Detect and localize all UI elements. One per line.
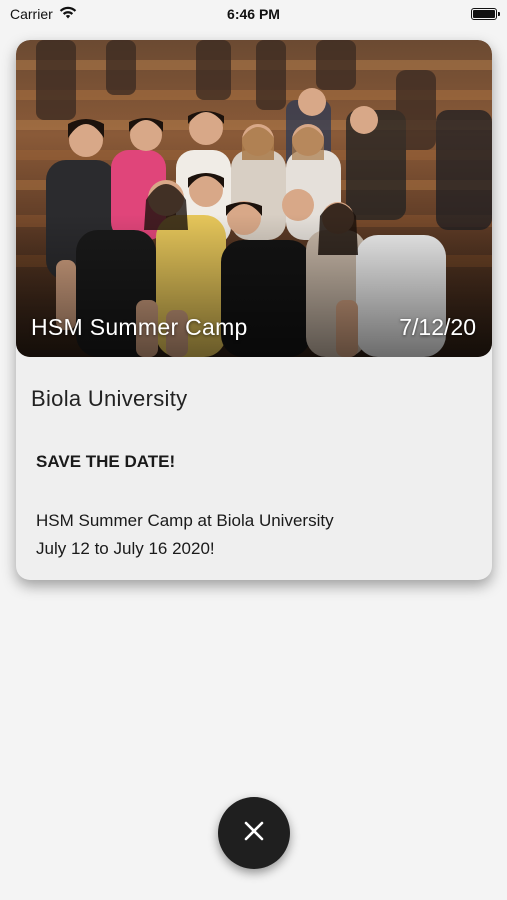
event-card[interactable]: HSM Summer Camp 7/12/20 Biola University… <box>16 40 492 580</box>
event-headline: SAVE THE DATE! <box>36 452 176 471</box>
wifi-icon <box>59 6 77 22</box>
close-icon <box>243 820 265 847</box>
event-title: HSM Summer Camp <box>31 314 248 340</box>
status-bar: Carrier 6:46 PM <box>0 0 507 28</box>
close-button[interactable] <box>218 797 290 869</box>
description-line-1: HSM Summer Camp at Biola University <box>36 511 334 530</box>
event-description: HSM Summer Camp at Biola University July… <box>36 507 334 563</box>
status-left: Carrier <box>10 6 77 22</box>
event-photo: HSM Summer Camp 7/12/20 <box>16 40 492 357</box>
group-photo-illustration <box>16 40 492 357</box>
event-date: 7/12/20 <box>399 314 476 340</box>
event-location: Biola University <box>31 386 188 411</box>
battery-icon <box>471 8 500 20</box>
carrier-label: Carrier <box>10 6 53 22</box>
description-line-2: July 12 to July 16 2020! <box>36 539 215 558</box>
